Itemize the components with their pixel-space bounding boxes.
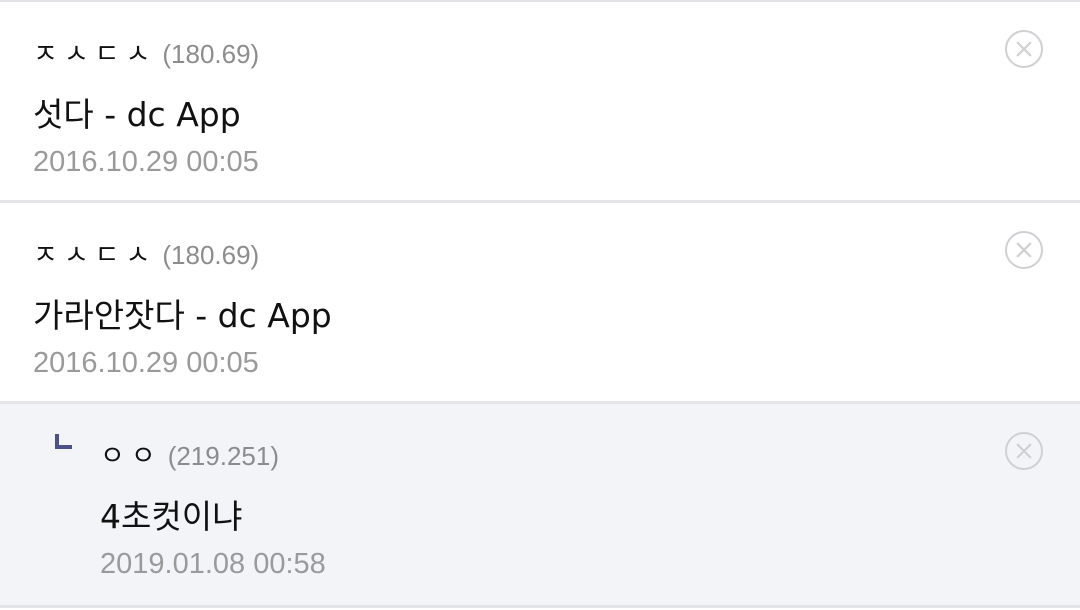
comment-item: ㅈㅅㄷㅅ (180.69) 섯다 - dc App 2016.10.29 00:… <box>0 2 1080 203</box>
comment-text: 4초컷이냐 <box>100 497 243 536</box>
comment-header: ㅈㅅㄷㅅ (180.69) <box>33 233 259 272</box>
comment-date: 2016.10.29 00:05 <box>33 347 259 379</box>
comment-text: 가라안잣다 - dc App <box>33 296 332 335</box>
delete-comment-button[interactable] <box>1005 231 1043 269</box>
reply-item: ㅇㅇ (219.251) 4초컷이냐 2019.01.08 00:58 <box>0 404 1080 608</box>
comment-nickname[interactable]: ㅇㅇ <box>100 434 162 473</box>
comment-nickname[interactable]: ㅈㅅㄷㅅ <box>33 32 156 71</box>
reply-arrow-icon <box>55 434 72 449</box>
comment-ip: (180.69) <box>162 240 260 270</box>
close-circle-icon <box>1016 242 1032 258</box>
comment-ip: (180.69) <box>162 39 260 69</box>
delete-comment-button[interactable] <box>1005 432 1043 470</box>
close-circle-icon <box>1016 443 1032 459</box>
comment-header: ㅈㅅㄷㅅ (180.69) <box>33 32 259 71</box>
comment-list: ㅈㅅㄷㅅ (180.69) 섯다 - dc App 2016.10.29 00:… <box>0 0 1080 610</box>
comment-ip: (219.251) <box>167 441 279 471</box>
comment-text: 섯다 - dc App <box>33 95 241 134</box>
comment-header: ㅇㅇ (219.251) <box>100 434 279 473</box>
close-circle-icon <box>1016 41 1032 57</box>
comment-nickname[interactable]: ㅈㅅㄷㅅ <box>33 233 156 272</box>
delete-comment-button[interactable] <box>1005 30 1043 68</box>
comment-item: ㅈㅅㄷㅅ (180.69) 가라안잣다 - dc App 2016.10.29 … <box>0 203 1080 404</box>
comment-date: 2016.10.29 00:05 <box>33 146 259 178</box>
comment-date: 2019.01.08 00:58 <box>100 548 326 580</box>
